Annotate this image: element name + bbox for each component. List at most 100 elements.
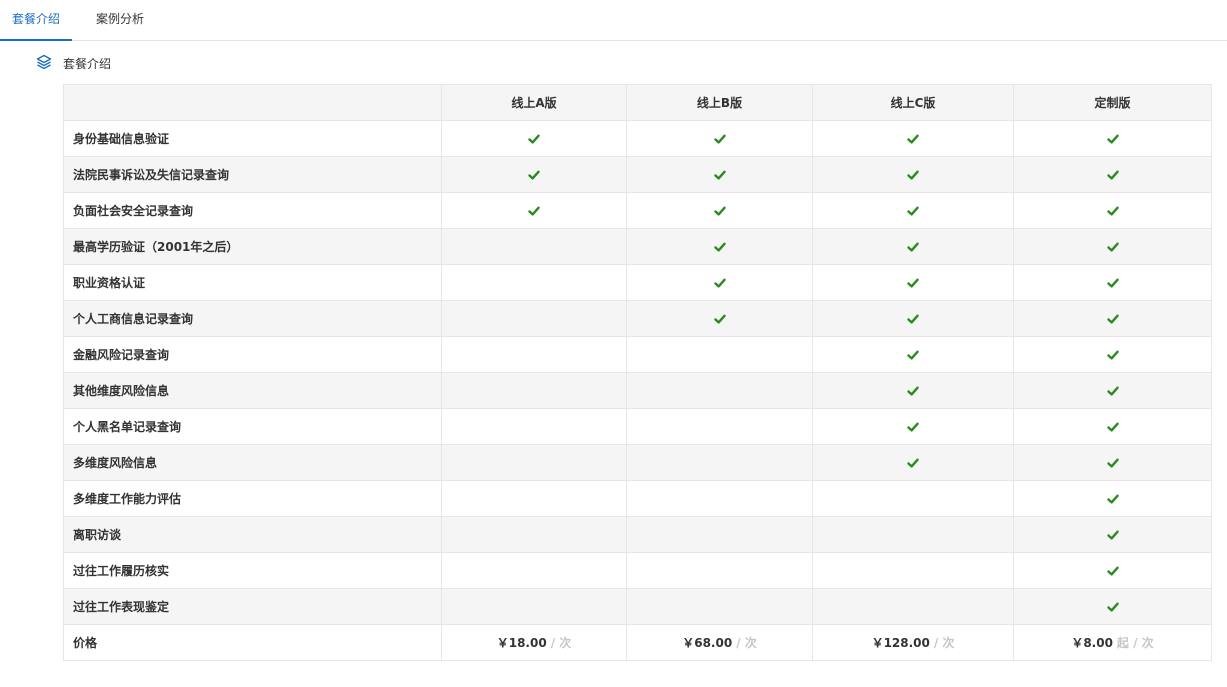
- plan-cell: [441, 516, 627, 553]
- header-cell-plan-b: 线上B版: [626, 84, 813, 121]
- table-row: 法院民事诉讼及失信记录查询: [63, 156, 1212, 193]
- plan-cell: [812, 408, 1014, 445]
- plan-cell: [626, 588, 813, 625]
- plan-cell: [626, 552, 813, 589]
- plan-cell: [1013, 480, 1212, 517]
- table-row: 最高学历验证（2001年之后）: [63, 228, 1212, 265]
- table-row: 金融风险记录查询: [63, 336, 1212, 373]
- plan-cell: [1013, 192, 1212, 229]
- price-cell: ￥18.00/ 次: [441, 624, 627, 661]
- plan-cell: [441, 264, 627, 301]
- check-icon: [907, 457, 919, 469]
- price-unit: / 次: [736, 636, 757, 650]
- check-icon: [528, 133, 540, 145]
- header-cell-plan-c: 线上C版: [812, 84, 1014, 121]
- price-cell: ￥128.00/ 次: [812, 624, 1014, 661]
- feature-name: 职业资格认证: [63, 264, 442, 301]
- price-amount: ￥68.00: [682, 636, 733, 650]
- check-icon: [907, 385, 919, 397]
- table-row: 身份基础信息验证: [63, 120, 1212, 157]
- plan-cell: [441, 192, 627, 229]
- check-icon: [907, 205, 919, 217]
- price-unit: 起 / 次: [1116, 636, 1154, 650]
- check-icon: [907, 421, 919, 433]
- check-icon: [1106, 133, 1119, 145]
- header-cell-feature: [63, 84, 442, 121]
- check-icon: [1106, 277, 1119, 289]
- plan-cell: [441, 372, 627, 409]
- tab-bar: 套餐介绍 案例分析: [0, 0, 1227, 41]
- table-row: 负面社会安全记录查询: [63, 192, 1212, 229]
- price-unit: / 次: [550, 636, 572, 650]
- price-label: 价格: [63, 624, 442, 661]
- tab-case-analysis[interactable]: 案例分析: [87, 0, 153, 41]
- plan-cell: [626, 516, 813, 553]
- plan-cell: [626, 228, 813, 265]
- check-icon: [907, 169, 919, 181]
- check-icon: [1106, 205, 1119, 217]
- feature-name: 多维度工作能力评估: [63, 480, 442, 517]
- plan-cell: [1013, 372, 1212, 409]
- check-icon: [1106, 529, 1119, 541]
- plan-cell: [1013, 300, 1212, 337]
- check-icon: [528, 169, 540, 181]
- section-title: 套餐介绍: [63, 56, 112, 71]
- check-icon: [1106, 385, 1119, 397]
- table-row: 个人黑名单记录查询: [63, 408, 1212, 445]
- plan-cell: [626, 264, 813, 301]
- table-row: 过往工作表现鉴定: [63, 588, 1212, 625]
- plan-cell: [626, 300, 813, 337]
- plan-cell: [812, 336, 1014, 373]
- plan-cell: [812, 156, 1014, 193]
- plan-cell: [812, 372, 1014, 409]
- plan-cell: [1013, 228, 1212, 265]
- feature-name: 身份基础信息验证: [63, 120, 442, 157]
- plan-cell: [1013, 156, 1212, 193]
- price-amount: ￥128.00: [871, 636, 930, 650]
- plan-cell: [626, 156, 813, 193]
- plan-cell: [812, 516, 1014, 553]
- plan-cell: [441, 336, 627, 373]
- plan-cell: [812, 444, 1014, 481]
- check-icon: [1106, 169, 1119, 181]
- feature-name: 负面社会安全记录查询: [63, 192, 442, 229]
- check-icon: [1106, 565, 1119, 577]
- price-unit: / 次: [933, 636, 955, 650]
- price-amount: ￥8.00: [1071, 636, 1113, 650]
- check-icon: [907, 241, 919, 253]
- plan-cell: [1013, 588, 1212, 625]
- plan-cell: [626, 480, 813, 517]
- plan-cell: [1013, 444, 1212, 481]
- plan-cell: [1013, 516, 1212, 553]
- plan-cell: [812, 480, 1014, 517]
- check-icon: [1106, 421, 1119, 433]
- check-icon: [713, 241, 726, 253]
- table-header-row: 线上A版 线上B版 线上C版 定制版: [63, 84, 1212, 121]
- plan-cell: [441, 480, 627, 517]
- check-icon: [1106, 457, 1119, 469]
- table-row: 职业资格认证: [63, 264, 1212, 301]
- price-row: 价格 ￥18.00/ 次 ￥68.00/ 次 ￥128.00/ 次 ￥8.00 起 / 次: [63, 624, 1212, 661]
- table-row: 多维度风险信息: [63, 444, 1212, 481]
- feature-name: 金融风险记录查询: [63, 336, 442, 373]
- plan-cell: [441, 588, 627, 625]
- feature-name: 个人工商信息记录查询: [63, 300, 442, 337]
- table-row: 过往工作履历核实: [63, 552, 1212, 589]
- feature-name: 最高学历验证（2001年之后）: [63, 228, 442, 265]
- header-cell-custom: 定制版: [1013, 84, 1212, 121]
- check-icon: [1106, 349, 1119, 361]
- table-row: 多维度工作能力评估: [63, 480, 1212, 517]
- check-icon: [713, 313, 726, 325]
- tab-package-intro[interactable]: 套餐介绍: [0, 0, 72, 41]
- plan-cell: [626, 408, 813, 445]
- plan-cell: [812, 588, 1014, 625]
- section-header: 套餐介绍: [36, 54, 111, 72]
- check-icon: [1106, 241, 1119, 253]
- check-icon: [907, 313, 919, 325]
- plan-cell: [812, 264, 1014, 301]
- feature-name: 过往工作表现鉴定: [63, 588, 442, 625]
- plan-cell: [1013, 264, 1212, 301]
- plan-cell: [626, 120, 813, 157]
- table-row: 其他维度风险信息: [63, 372, 1212, 409]
- feature-name: 多维度风险信息: [63, 444, 442, 481]
